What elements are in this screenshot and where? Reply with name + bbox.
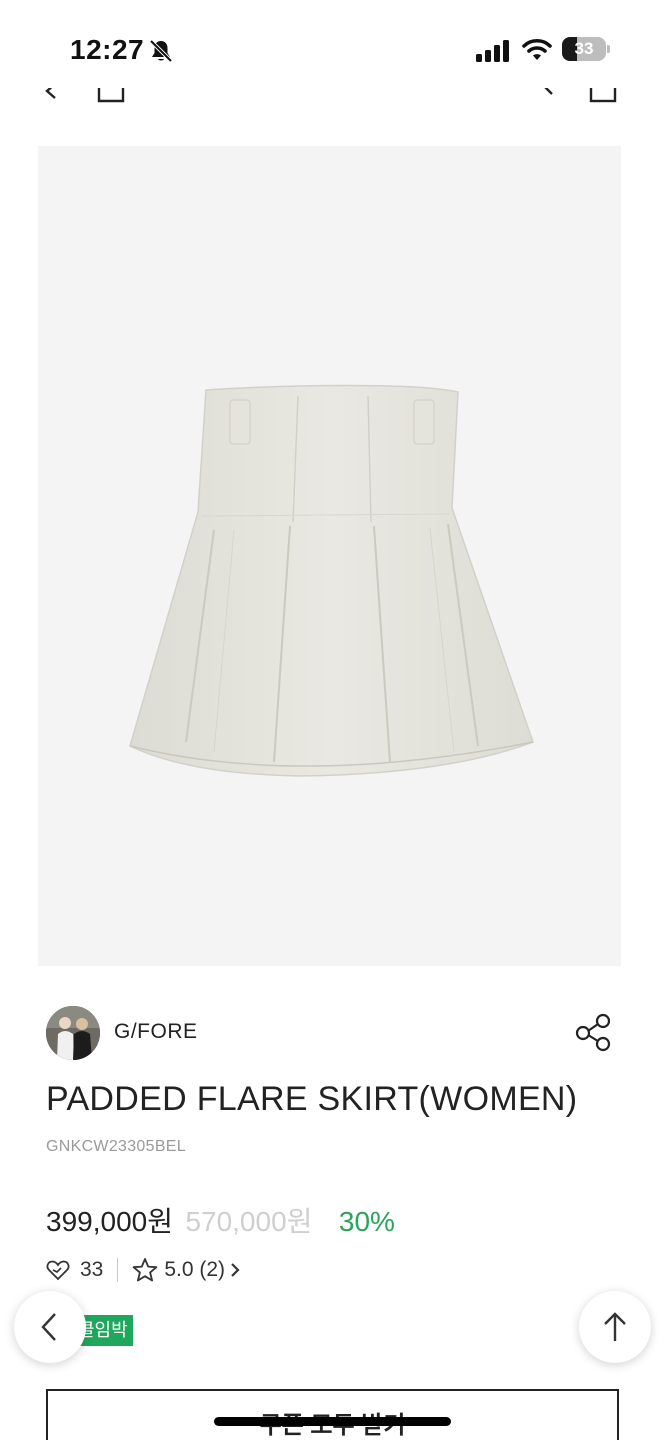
share-icon[interactable] — [574, 1012, 612, 1052]
top-nav — [0, 88, 665, 108]
price-current: 399,000원 — [46, 1206, 173, 1237]
price-row: 399,000원 570,000원 30% — [46, 1200, 395, 1240]
product-image[interactable] — [38, 146, 621, 966]
scroll-to-top-button[interactable] — [579, 1291, 651, 1363]
battery-icon: 33 — [562, 37, 610, 61]
heart-icon[interactable] — [46, 1259, 70, 1281]
shopping-bag-icon[interactable] — [588, 88, 618, 104]
divider — [117, 1258, 119, 1282]
search-icon[interactable] — [538, 88, 556, 98]
product-title: PADDED FLARE SKIRT(WOMEN) — [46, 1080, 578, 1118]
wifi-icon — [522, 38, 552, 60]
brand-avatar[interactable] — [46, 1006, 100, 1060]
rating-link[interactable]: 5.0 (2) — [164, 1258, 225, 1282]
price-original: 570,000원 — [185, 1206, 313, 1237]
status-time: 12:27 — [70, 34, 145, 65]
discount-rate: 30% — [338, 1206, 395, 1237]
status-bar: 12:27 33 — [0, 0, 665, 90]
floating-back-button[interactable] — [14, 1291, 86, 1363]
skirt-illustration — [129, 384, 534, 777]
chevron-right-icon[interactable] — [229, 1261, 241, 1279]
home-indicator — [214, 1417, 451, 1426]
meta-row: 33 5.0 (2) — [46, 1256, 241, 1284]
star-icon — [133, 1258, 158, 1282]
like-count: 33 — [80, 1258, 104, 1281]
arrow-up-icon — [604, 1312, 626, 1341]
product-code: GNKCW23305BEL — [46, 1138, 186, 1155]
signal-icon — [476, 40, 509, 62]
bell-off-icon — [149, 39, 173, 63]
back-icon[interactable] — [42, 88, 60, 100]
coupon-download-button[interactable]: 쿠폰 모두 받기 — [46, 1389, 619, 1440]
home-icon[interactable] — [96, 88, 126, 104]
chevron-left-icon — [41, 1313, 56, 1341]
brand-name[interactable]: G/FORE — [114, 1020, 198, 1044]
battery-level: 33 — [574, 39, 594, 58]
